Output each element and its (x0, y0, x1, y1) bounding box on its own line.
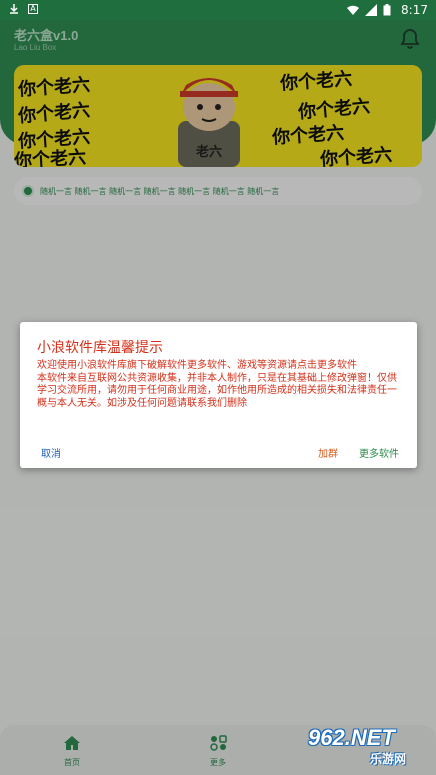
notice-dialog: 小浪软件库温馨提示 欢迎使用小浪软件库旗下破解软件更多软件、游戏等资源请点击更多… (20, 322, 417, 468)
download-icon (8, 3, 20, 15)
dialog-body: 欢迎使用小浪软件库旗下破解软件更多软件、游戏等资源请点击更多软件 本软件来自互联… (37, 360, 405, 410)
wifi-icon (347, 4, 360, 16)
more-software-button[interactable]: 更多软件 (359, 445, 399, 460)
battery-icon (383, 4, 395, 16)
dialog-body-line: 本软件来自互联网公共资源收集，并非本人制作，只是在其基础上修改弹窗！仅供学习交流… (37, 372, 397, 409)
watermark-sub: 乐游网 (370, 752, 407, 766)
cancel-button[interactable]: 取消 (41, 445, 61, 460)
join-group-button[interactable]: 加群 (318, 445, 338, 460)
watermark-logo: 962.NET 乐游网 (300, 725, 430, 767)
status-time: 8:17 (401, 3, 428, 17)
status-bar: A 8:17 (0, 0, 436, 20)
watermark-brand: 962.NET (308, 725, 395, 750)
dialog-body-line: 欢迎使用小浪软件库旗下破解软件更多软件、游戏等资源请点击更多软件 (37, 360, 357, 371)
dialog-title: 小浪软件库温馨提示 (37, 340, 163, 356)
signal-icon (365, 4, 378, 16)
a-notification-icon: A (28, 4, 38, 14)
